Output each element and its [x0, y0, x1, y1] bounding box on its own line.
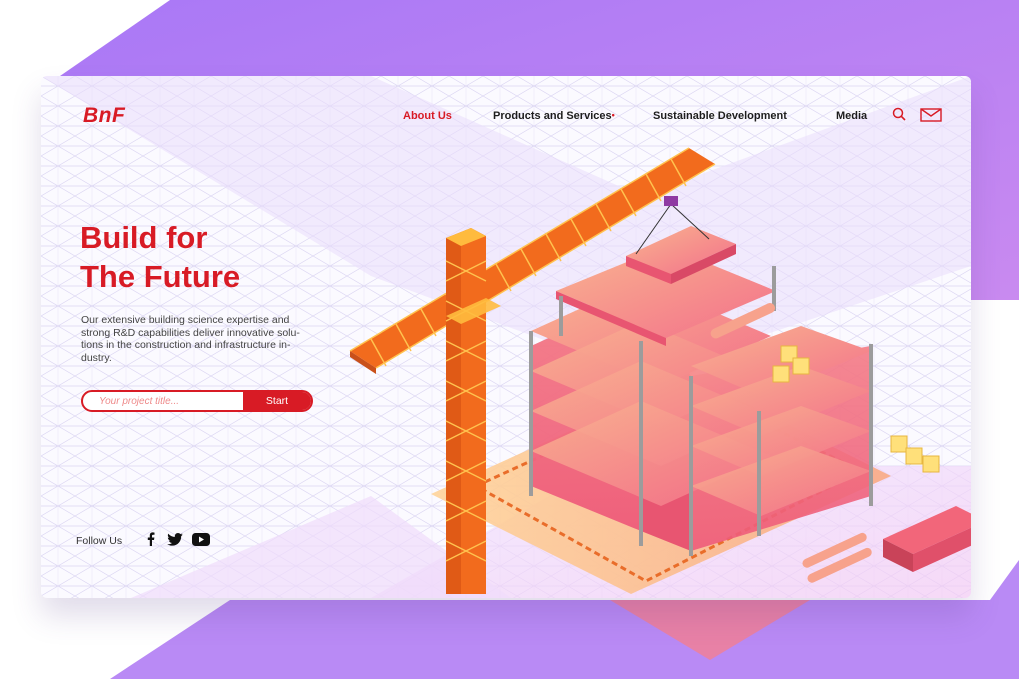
construction-illustration: [349, 147, 971, 594]
landing-card: BnF About Us Products and Services• Sust…: [41, 76, 971, 598]
